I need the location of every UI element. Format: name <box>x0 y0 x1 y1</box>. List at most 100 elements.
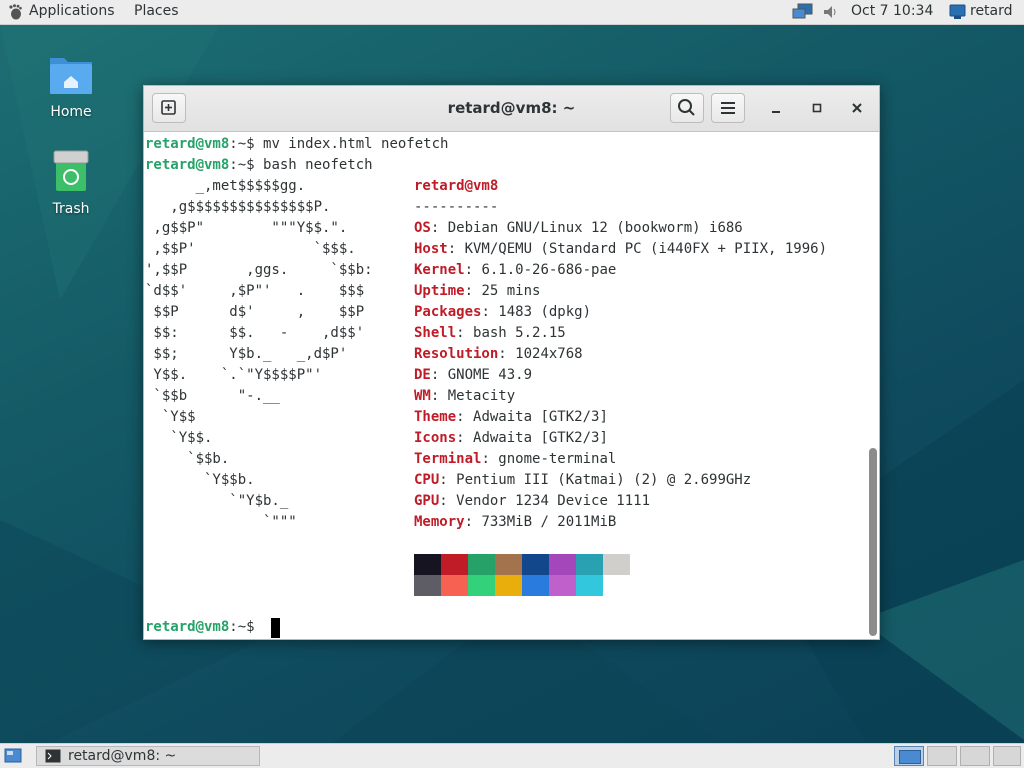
info-row: Memory: 733MiB / 2011MiB <box>414 514 617 530</box>
terminal-output[interactable]: retard@vm8:~$ mv index.html neofetch ret… <box>144 132 866 638</box>
palette-swatch <box>468 575 495 596</box>
prompt-path: :~$ <box>229 157 264 173</box>
info-row: Terminal: gnome-terminal <box>414 451 617 467</box>
info-value: 733MiB / 2011MiB <box>481 514 617 530</box>
ascii-art-line: $$; Y$b._ _,d$P' <box>145 346 348 362</box>
info-key: GPU <box>414 493 440 509</box>
ascii-art-line: Y$$. `.`"Y$$$$P"' <box>145 367 323 383</box>
info-header: retard@vm8 <box>414 178 499 194</box>
trash-icon <box>53 150 89 191</box>
menu-button[interactable] <box>711 93 745 123</box>
palette-swatch <box>495 575 522 596</box>
show-desktop-icon[interactable] <box>4 748 22 764</box>
workspace-3[interactable] <box>960 746 990 766</box>
info-key: Host <box>414 241 448 257</box>
scrollbar[interactable] <box>869 448 877 636</box>
close-button[interactable] <box>847 98 867 118</box>
info-key: DE <box>414 367 431 383</box>
info-key: Resolution <box>414 346 499 362</box>
info-separator: ---------- <box>414 199 499 215</box>
taskbar-item-terminal[interactable]: retard@vm8: ~ <box>36 746 260 766</box>
maximize-icon <box>812 103 822 113</box>
desktop-icon-home[interactable]: Home <box>31 52 111 120</box>
desktop-icon-label: Trash <box>52 201 90 217</box>
applications-menu[interactable]: Applications <box>29 3 115 19</box>
maximize-button[interactable] <box>807 98 827 118</box>
network-icon[interactable] <box>791 3 815 21</box>
info-key: Terminal <box>414 451 482 467</box>
info-row: GPU: Vendor 1234 Device 1111 <box>414 493 651 509</box>
clock[interactable]: Oct 7 10:34 <box>851 3 933 19</box>
places-menu[interactable]: Places <box>134 3 179 19</box>
search-button[interactable] <box>670 93 704 123</box>
search-icon <box>678 99 695 116</box>
info-value: gnome-terminal <box>498 451 617 467</box>
info-key: Uptime <box>414 283 465 299</box>
palette-swatch <box>441 575 468 596</box>
info-value: Vendor 1234 Device 1111 <box>456 493 651 509</box>
info-value: KVM/QEMU (Standard PC (i440FX + PIIX, 19… <box>464 241 828 257</box>
gnome-foot-icon[interactable] <box>8 4 22 20</box>
info-key: Icons <box>414 430 457 446</box>
ascii-art-line: `Y$$ <box>145 409 196 425</box>
prompt-path: :~$ <box>229 136 264 152</box>
info-row: Uptime: 25 mins <box>414 283 541 299</box>
prompt-user: retard@vm8 <box>145 619 230 635</box>
info-value: Metacity <box>447 388 516 404</box>
ascii-art-line: `Y$$. <box>145 430 213 446</box>
top-panel: Applications Places Oct 7 10:34 retard <box>0 0 1024 25</box>
info-row: Theme: Adwaita [GTK2/3] <box>414 409 608 425</box>
command-text: mv index.html neofetch <box>263 136 449 152</box>
ascii-art-line: `$$b "-.__ <box>145 388 280 404</box>
info-value: Pentium III (Katmai) (2) @ 2.699GHz <box>456 472 752 488</box>
bottom-panel: retard@vm8: ~ <box>0 743 1024 768</box>
workspace-1[interactable] <box>894 746 924 766</box>
palette-swatch <box>495 554 522 575</box>
info-key: OS <box>414 220 431 236</box>
info-value: Debian GNU/Linux 12 (bookworm) i686 <box>447 220 743 236</box>
workspace-2[interactable] <box>927 746 957 766</box>
palette-swatch <box>522 575 549 596</box>
ascii-art-line: _,met$$$$$gg. <box>145 178 306 194</box>
info-row: DE: GNOME 43.9 <box>414 367 533 383</box>
ascii-art-line: $$: $$. - ,d$$' <box>145 325 365 341</box>
ascii-art-line: `$$b. <box>145 451 230 467</box>
volume-icon[interactable] <box>822 4 840 20</box>
terminal-window[interactable]: retard@vm8: ~ retard@vm8:~$ mv index.htm… <box>143 85 880 640</box>
ascii-art-line: $$P d$' , $$P <box>145 304 365 320</box>
info-key: Memory <box>414 514 465 530</box>
prompt-user: retard@vm8 <box>145 157 230 173</box>
ascii-art-line: `"Y$b._ <box>145 493 289 509</box>
terminal-headerbar[interactable]: retard@vm8: ~ <box>144 86 879 132</box>
ascii-art-line: `d$$' ,$P"' . $$$ <box>145 283 365 299</box>
palette-swatch <box>549 554 576 575</box>
info-value: Adwaita [GTK2/3] <box>473 430 608 446</box>
info-value: GNOME 43.9 <box>447 367 533 383</box>
command-line: retard@vm8:~$ bash neofetch <box>145 155 373 176</box>
close-icon <box>852 103 862 113</box>
palette-swatch <box>414 575 441 596</box>
info-value: 1024x768 <box>515 346 583 362</box>
user-menu[interactable]: retard <box>970 3 1013 19</box>
info-row: Packages: 1483 (dpkg) <box>414 304 592 320</box>
info-value: 6.1.0-26-686-pae <box>481 262 617 278</box>
palette-swatch <box>441 554 468 575</box>
prompt-path: :~$ <box>229 619 264 635</box>
text-cursor <box>271 618 280 638</box>
info-value: 25 mins <box>481 283 541 299</box>
current-prompt[interactable]: retard@vm8:~$ <box>145 617 263 638</box>
ascii-art-line: `Y$$b. <box>145 472 255 488</box>
command-text: bash neofetch <box>263 157 373 173</box>
desktop-icon-trash[interactable]: Trash <box>31 149 111 217</box>
minimize-button[interactable] <box>766 98 786 118</box>
info-row: WM: Metacity <box>414 388 516 404</box>
ascii-art-line: ',$$P ,ggs. `$$b: <box>145 262 373 278</box>
workspace-4[interactable] <box>993 746 1021 766</box>
ascii-art-line: ,$$P' `$$$. <box>145 241 356 257</box>
info-row: Kernel: 6.1.0-26-686-pae <box>414 262 617 278</box>
folder-home-icon <box>50 58 92 94</box>
prompt-user: retard@vm8 <box>145 136 230 152</box>
taskbar-item-label: retard@vm8: ~ <box>68 748 177 764</box>
info-row: Resolution: 1024x768 <box>414 346 583 362</box>
terminal-icon <box>45 749 61 763</box>
